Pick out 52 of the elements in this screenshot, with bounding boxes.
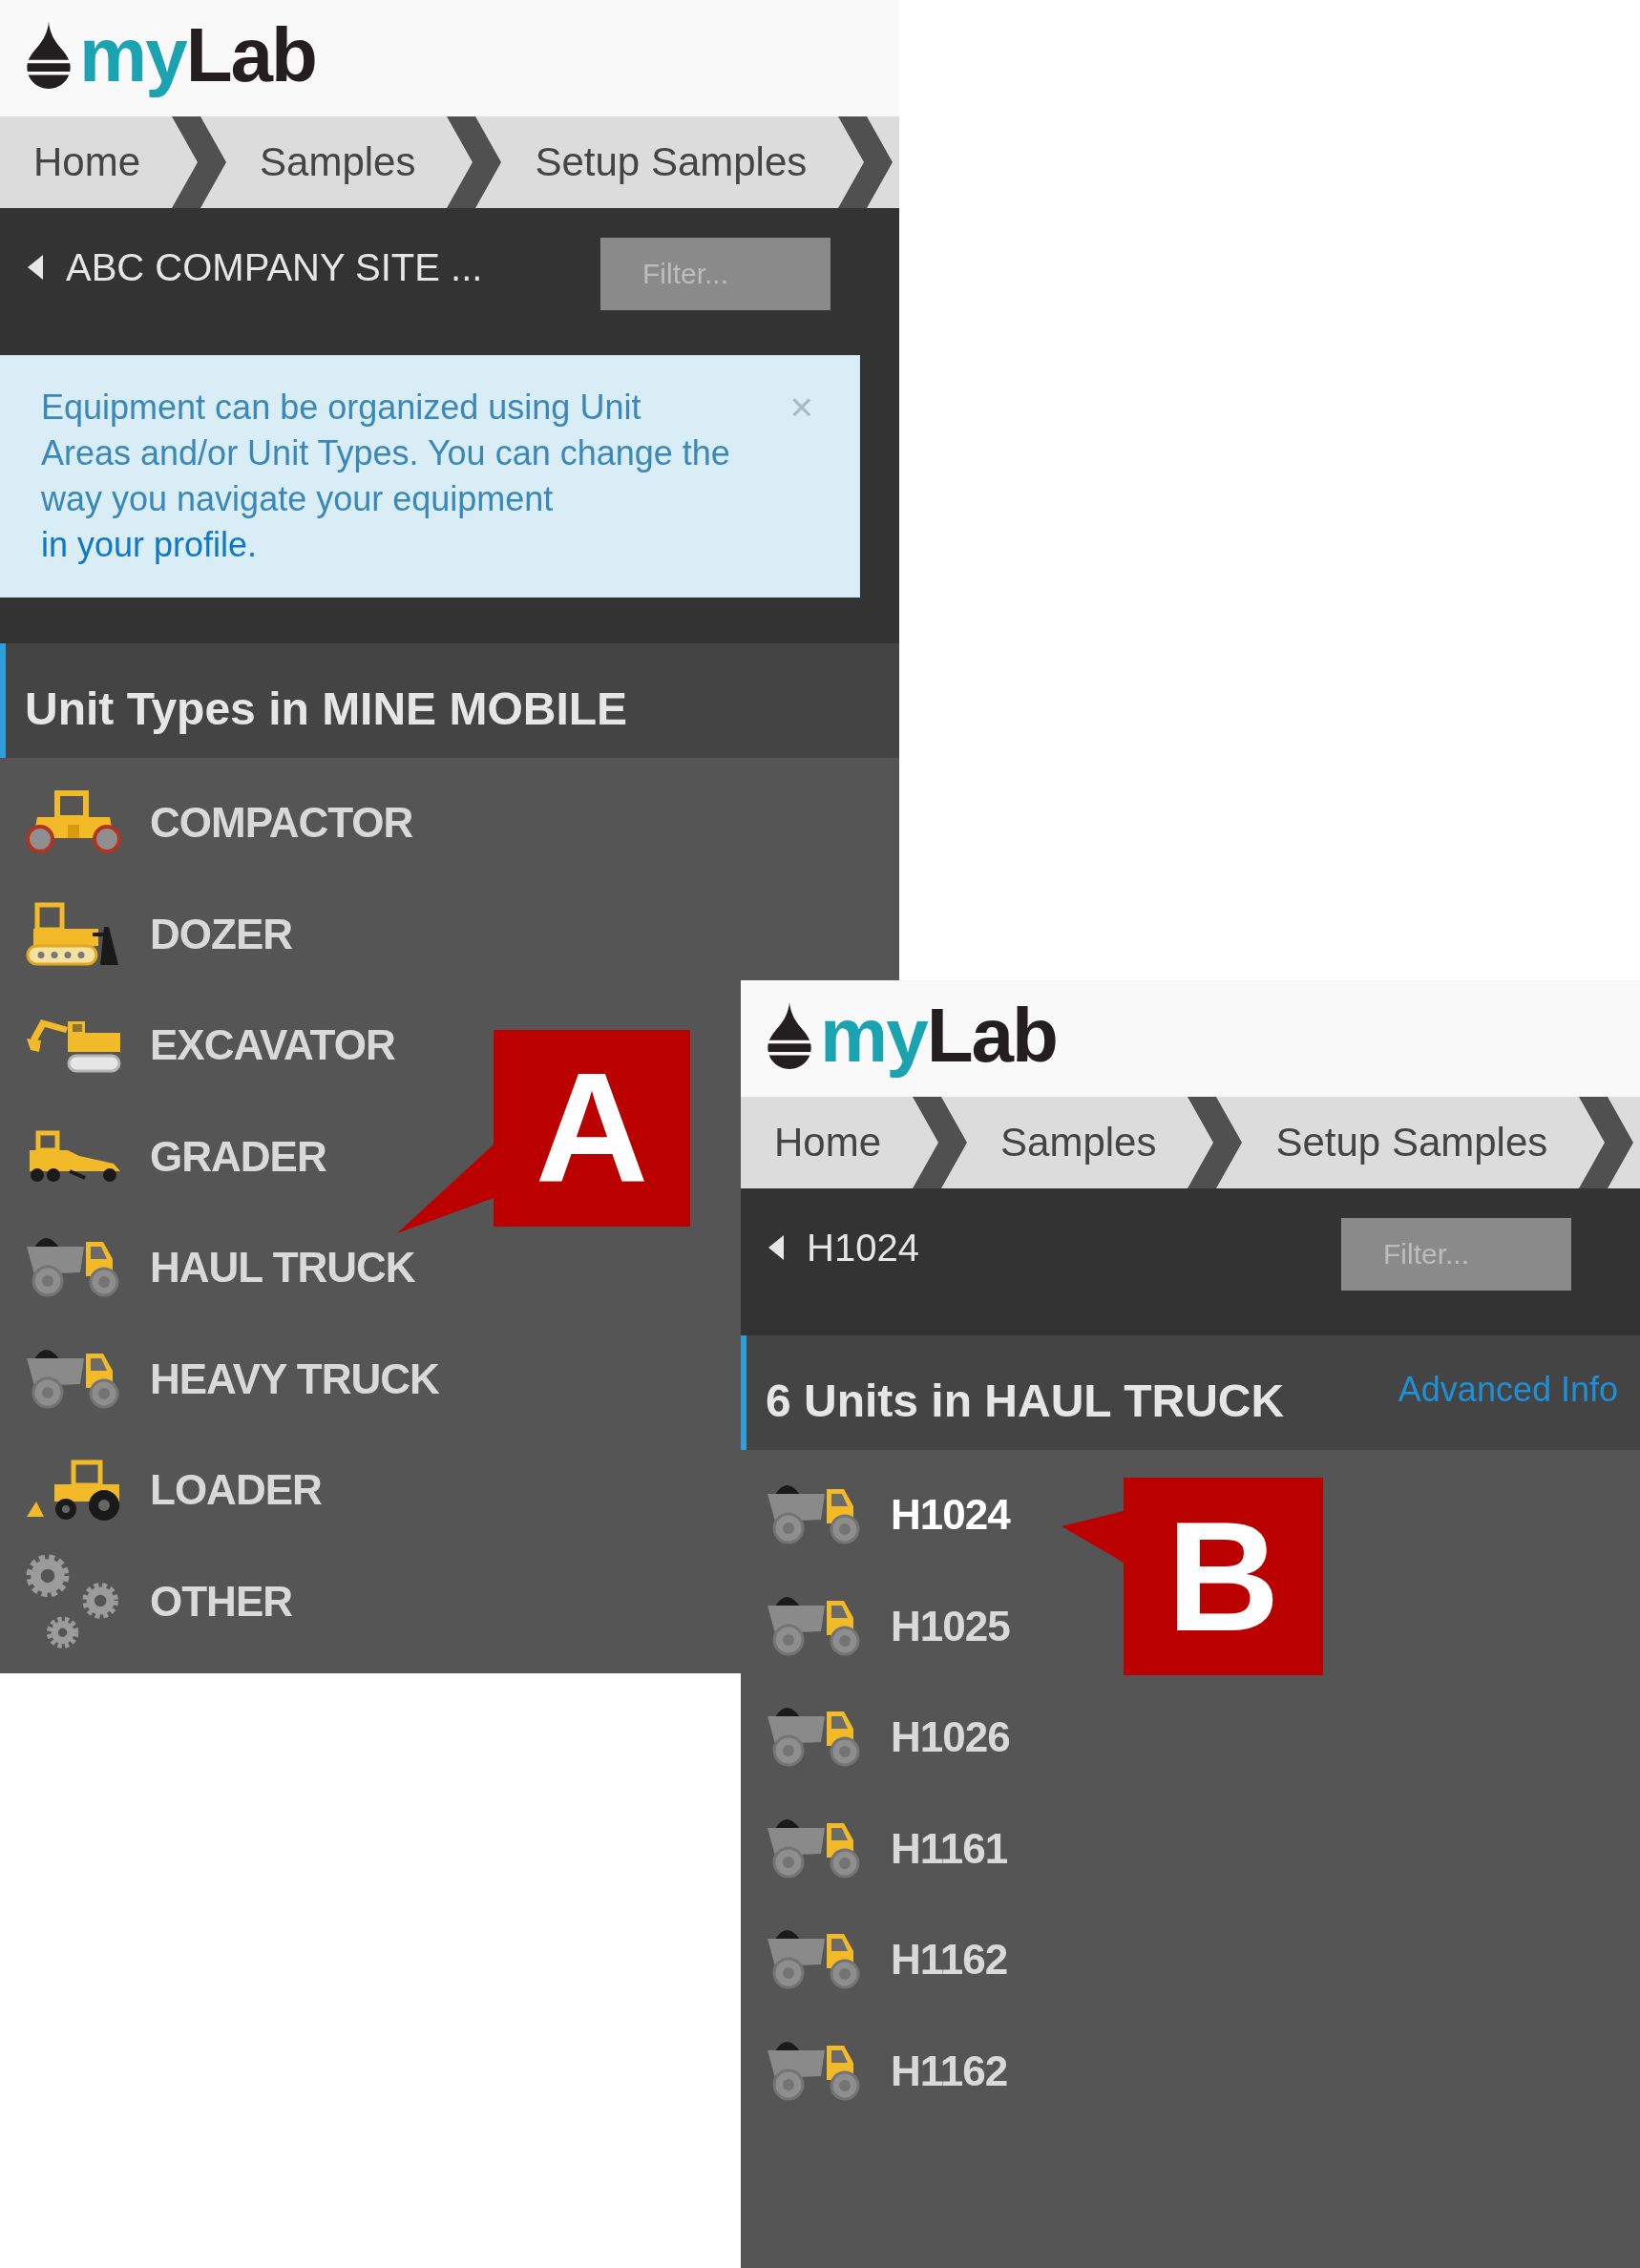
dump-truck-icon bbox=[767, 1484, 861, 1546]
unit-list-item[interactable]: DOZER bbox=[26, 878, 292, 990]
chevron-icon bbox=[447, 116, 502, 208]
unit-list-item[interactable]: H1162 bbox=[767, 2015, 1008, 2127]
profile-link[interactable]: in your profile. bbox=[41, 525, 258, 564]
dump-truck-icon bbox=[767, 2040, 861, 2102]
breadcrumb-link[interactable]: Samples bbox=[967, 1097, 1188, 1188]
callout-letter: B bbox=[1167, 1498, 1280, 1655]
chevron-icon bbox=[1188, 1097, 1243, 1188]
breadcrumb-link[interactable]: Setup Samples bbox=[1242, 1097, 1580, 1188]
unit-list-item[interactable]: GRADER bbox=[26, 1101, 326, 1212]
droplet-icon bbox=[767, 1002, 811, 1069]
breadcrumb-link[interactable]: Home bbox=[0, 116, 173, 208]
excavator-icon bbox=[26, 1018, 121, 1074]
info-message: Equipment can be organized using Unit Areas and/or Unit Types. You can change the way you navigate your equipment in your profile. bbox=[41, 387, 731, 566]
caret-icon bbox=[768, 1235, 784, 1260]
road-roller-icon bbox=[26, 790, 121, 856]
advanced-info-link[interactable]: Advanced Info bbox=[1398, 1370, 1618, 1410]
breadcrumb-link[interactable]: Home bbox=[741, 1097, 914, 1188]
unit-list-item[interactable]: H1161 bbox=[767, 1793, 1008, 1904]
breadcrumb-link[interactable]: Samples bbox=[226, 116, 448, 208]
back-button[interactable]: ABC COMPANY SITE ... bbox=[28, 245, 483, 289]
caret-icon bbox=[28, 255, 43, 280]
breadcrumb-link[interactable]: Setup Samples bbox=[501, 116, 839, 208]
callout-letter: A bbox=[535, 1050, 649, 1207]
dump-truck-icon bbox=[767, 1595, 861, 1657]
chevron-icon bbox=[1579, 1097, 1634, 1188]
unit-list-item[interactable]: H1024 bbox=[767, 1460, 1010, 1571]
list-title: 6 Units in HAUL TRUCK bbox=[766, 1374, 1285, 1427]
unit-list-item[interactable]: EXCAVATOR bbox=[26, 990, 395, 1102]
unit-list-item[interactable]: COMPACTOR bbox=[26, 767, 413, 879]
dump-truck-icon bbox=[767, 1817, 861, 1880]
dump-truck-icon bbox=[767, 1929, 861, 1991]
list-title: Unit Types in MINE MOBILE bbox=[25, 682, 628, 735]
bulldozer-icon bbox=[26, 901, 119, 967]
back-button[interactable]: H1024 bbox=[768, 1226, 919, 1270]
unit-list-item[interactable]: H1025 bbox=[767, 1570, 1010, 1682]
dump-truck-icon bbox=[26, 1237, 120, 1299]
unit-list-item[interactable]: HAUL TRUCK bbox=[26, 1212, 415, 1324]
chevron-icon bbox=[913, 1097, 968, 1188]
dump-truck-icon bbox=[26, 1348, 120, 1410]
unit-list-item[interactable]: OTHER bbox=[26, 1545, 292, 1657]
droplet-icon bbox=[27, 22, 71, 89]
unit-list-item[interactable]: H1026 bbox=[767, 1682, 1010, 1794]
dump-truck-icon bbox=[767, 1707, 861, 1769]
unit-list-item[interactable]: LOADER bbox=[26, 1435, 322, 1546]
unit-list-item[interactable]: HEAVY TRUCK bbox=[26, 1323, 439, 1435]
unit-list-item[interactable]: H1162 bbox=[767, 1904, 1008, 2016]
gears-icon bbox=[26, 1553, 119, 1649]
wheel-loader-icon bbox=[26, 1459, 121, 1522]
chevron-icon bbox=[172, 116, 227, 208]
chevron-icon bbox=[838, 116, 894, 208]
